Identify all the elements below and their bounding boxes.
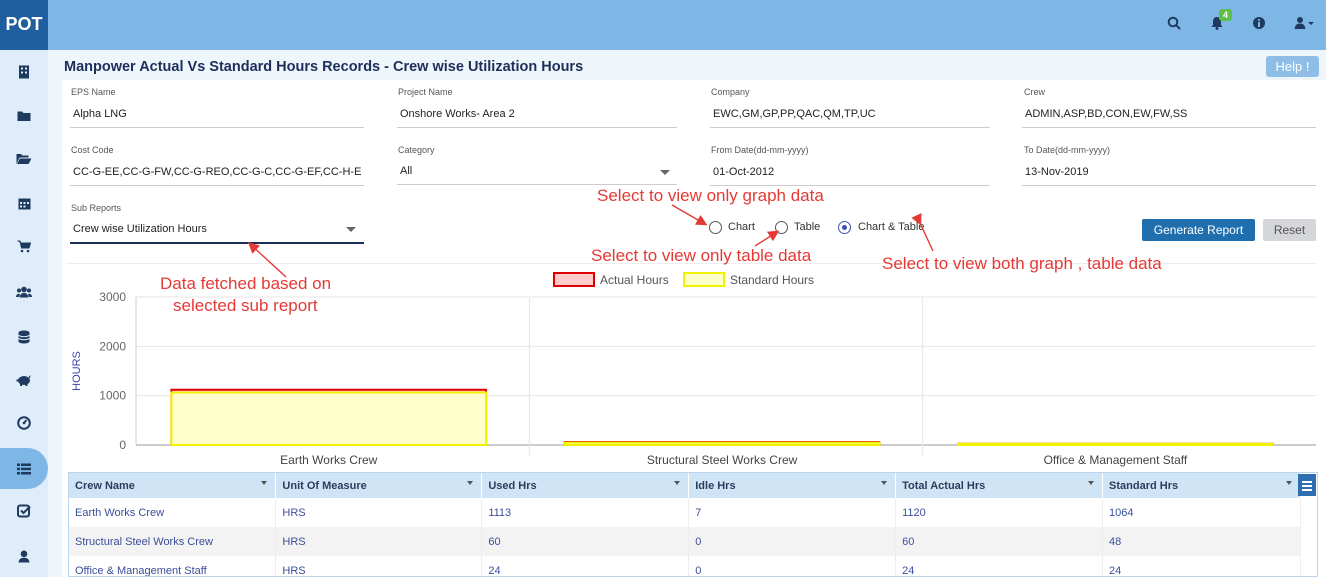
column-header[interactable]: Unit Of Measure <box>275 473 483 498</box>
table-cell: Structural Steel Works Crew <box>69 527 277 556</box>
column-header-label: Total Actual Hrs <box>902 479 986 492</box>
column-header[interactable]: Crew Name <box>69 473 277 498</box>
table-cell: 24 <box>895 556 1104 576</box>
column-header-label: Crew Name <box>75 479 135 492</box>
table-cell: 0 <box>688 527 897 556</box>
column-header[interactable]: Total Actual Hrs <box>895 473 1104 498</box>
column-header[interactable]: Idle Hrs <box>688 473 897 498</box>
table-cell: HRS <box>275 498 483 527</box>
column-header-label: Idle Hrs <box>695 479 736 492</box>
table-cell: 7 <box>688 498 897 527</box>
column-menu-icon[interactable] <box>1298 474 1316 496</box>
table-cell: 1120 <box>895 498 1104 527</box>
table-cell: 24 <box>1102 556 1301 576</box>
column-header[interactable]: Used Hrs <box>481 473 690 498</box>
arrow-to-table-radio <box>754 230 780 247</box>
arrow-to-both-radio <box>911 213 934 252</box>
table-row[interactable]: Structural Steel Works Crew HRS 60 0 60 … <box>69 527 1301 556</box>
report-table-container: Crew Name Unit Of Measure Used Hrs Idle … <box>68 472 1318 577</box>
table-header-row: Crew Name Unit Of Measure Used Hrs Idle … <box>69 473 1301 498</box>
table-cell: 1113 <box>481 498 690 527</box>
table-row[interactable]: Earth Works Crew HRS 1113 7 1120 1064 <box>69 498 1301 527</box>
table-cell: 48 <box>1102 527 1301 556</box>
table-cell: HRS <box>275 527 483 556</box>
chevron-down-icon[interactable] <box>1088 481 1095 485</box>
table-row[interactable]: Office & Management Staff HRS 24 0 24 24 <box>69 556 1301 576</box>
table-cell: 60 <box>895 527 1104 556</box>
column-header-label: Unit Of Measure <box>282 479 367 492</box>
chevron-down-icon[interactable] <box>674 481 681 485</box>
column-header-label: Used Hrs <box>488 479 537 492</box>
column-header-label: Standard Hrs <box>1109 479 1179 492</box>
chevron-down-icon[interactable] <box>1286 481 1292 485</box>
table-cell: HRS <box>275 556 483 576</box>
table-cell: 24 <box>481 556 690 576</box>
chevron-down-icon[interactable] <box>881 481 888 485</box>
chevron-down-icon[interactable] <box>467 481 474 485</box>
table-cell: Office & Management Staff <box>69 556 277 576</box>
table-cell: 60 <box>481 527 690 556</box>
table-cell: 0 <box>688 556 897 576</box>
chevron-down-icon[interactable] <box>261 481 268 485</box>
table-cell: 1064 <box>1102 498 1301 527</box>
report-table: Crew Name Unit Of Measure Used Hrs Idle … <box>69 473 1301 576</box>
arrow-to-chart-radio <box>671 204 708 226</box>
column-header[interactable]: Standard Hrs <box>1102 473 1301 498</box>
table-cell: Earth Works Crew <box>69 498 277 527</box>
arrow-to-sub-report <box>247 242 287 278</box>
